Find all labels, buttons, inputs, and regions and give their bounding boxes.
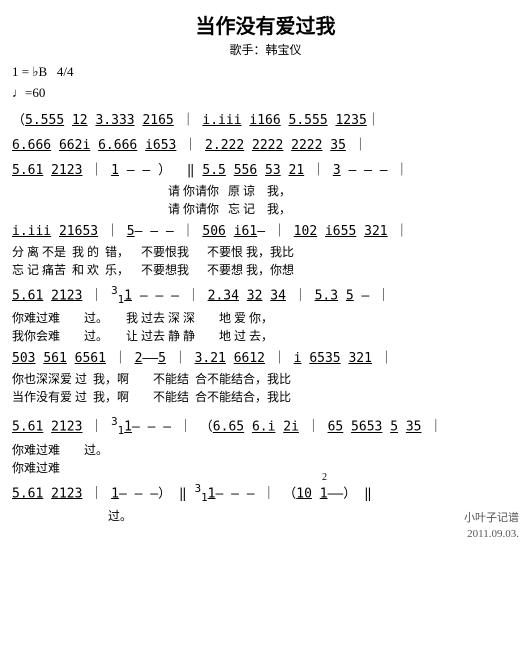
lyric-line-3a: 请 你请你 原 谅 我， — [12, 182, 519, 200]
lyric-line-4a: 分 离 不是 我 的 错， 不要恨我 不要恨 我，我比 — [12, 243, 519, 261]
score-content: （5.555 12 3.333 2165 ｜ i.iii i166 5.555 … — [12, 110, 519, 540]
lyric-line-7b: 你难过难 — [12, 459, 519, 477]
key-info: 1 = ♭B 4/4 ♩=60 — [12, 62, 74, 104]
lyric-line-6b: 当作没有爱 过 我，啊 不能结 合不能结合，我比 — [12, 388, 519, 406]
lyric-line-5a: 你难过难 过。 我 过去 深 深 地 爱 你， — [12, 309, 519, 327]
meta: 歌手：韩宝仪 — [12, 41, 519, 58]
notation-line-2: 6.666 662i 6.666 i653 ｜ 2.222 2222 2222 … — [12, 135, 519, 157]
lyric-line-4b: 忘 记 痛苦 和 欢 乐， 不要想我 不要想 我，你想 — [12, 261, 519, 279]
lyric-line-5b: 我你会难 过。 让 过去 静 静 地 过 去， — [12, 327, 519, 345]
notation-line-4: i.iii 21653 ｜ 5— — — ｜ 506 i61— ｜ 102 i6… — [12, 221, 519, 243]
lyric-line-3b: 请 你请你 忘 记 我， — [12, 200, 519, 218]
lyric-line-6a: 你也深深爱 过 我，啊 不能结 合不能结合，我比 — [12, 370, 519, 388]
notation-line-3: 5.61 2123 ｜ 1 — — ） ‖ 5.5 556 53 21 ｜ 3 … — [12, 160, 519, 182]
notation-line-1: （5.555 12 3.333 2165 ｜ i.iii i166 5.555 … — [12, 110, 519, 132]
watermark-label: 小叶子记谱 — [464, 509, 519, 525]
lyric-line-8a: 过。 — [12, 507, 519, 525]
notation-line-8: 5.61 2123 ｜ 1— — —） ‖ 311— — — ｜ （10 1——… — [12, 480, 519, 507]
date-label: 2011.09.03. — [12, 528, 519, 540]
lyric-line-7a: 你难过难 过。 — [12, 441, 519, 459]
notation-line-6: 503 561 6561 ｜ 2——5 ｜ 3.21 6612 ｜ i 6535… — [12, 348, 519, 370]
notation-line-5: 5.61 2123 ｜ 311 — — — ｜ 2.34 32 34 ｜ 5.3… — [12, 282, 519, 309]
notation-line-7: 5.61 2123 ｜ 311— — — ｜ （6.65 6.i 2i ｜ 65… — [12, 413, 519, 440]
title: 当作没有爱过我 — [12, 10, 519, 39]
